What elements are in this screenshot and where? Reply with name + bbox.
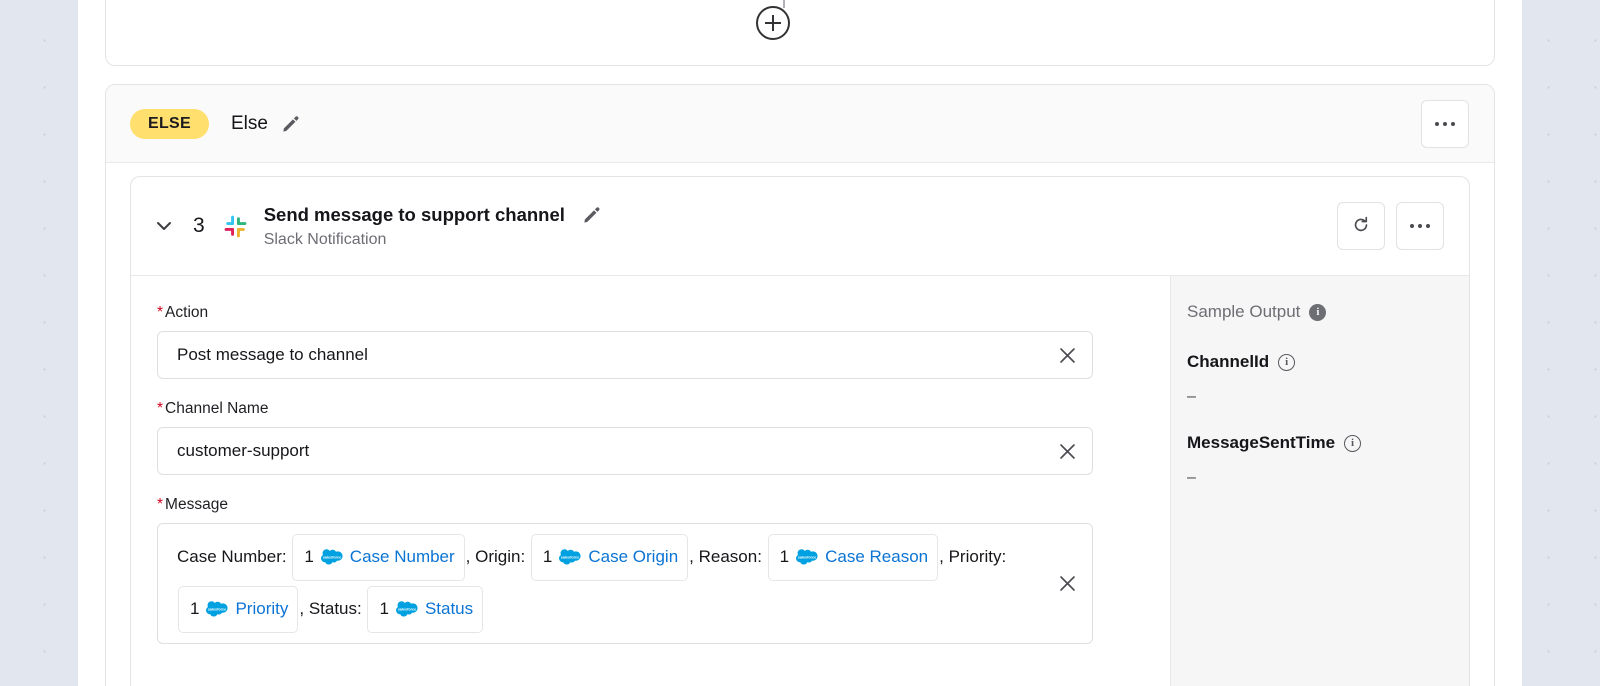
salesforce-icon: salesforce — [559, 549, 581, 565]
field-label: *Action — [157, 304, 1170, 322]
branch-name: Else — [231, 113, 268, 135]
token-step-number: 1 — [543, 540, 552, 575]
channel-name-input[interactable]: customer-support — [157, 427, 1093, 475]
slack-icon — [222, 213, 249, 240]
step-number: 3 — [193, 214, 205, 238]
previous-step-card — [105, 0, 1495, 66]
token-label: Status — [425, 592, 473, 627]
message-text-run: , Status: — [299, 592, 366, 627]
field-channel-name: *Channel Name customer-support — [157, 400, 1170, 475]
svg-text:salesforce: salesforce — [323, 556, 341, 560]
page-title: Send message to support channel — [264, 204, 565, 226]
output-key: MessageSentTime i — [1187, 433, 1469, 453]
status-badge: ELSE — [130, 109, 209, 139]
token-step-number: 1 — [304, 540, 313, 575]
token-label: Priority — [235, 592, 288, 627]
required-marker: * — [157, 400, 163, 417]
svg-text:salesforce: salesforce — [561, 556, 579, 560]
action-input-value: Post message to channel — [177, 345, 1059, 365]
step-title-block: Send message to support channel Slack No… — [264, 204, 602, 249]
pencil-icon[interactable] — [582, 205, 601, 224]
refresh-icon — [1351, 215, 1371, 238]
field-action: *Action Post message to channel — [157, 304, 1170, 379]
output-key: ChannelId i — [1187, 352, 1469, 372]
svg-text:salesforce: salesforce — [798, 556, 816, 560]
action-input[interactable]: Post message to channel — [157, 331, 1093, 379]
required-marker: * — [157, 304, 163, 321]
message-token[interactable]: 1 salesforce Case Number — [292, 534, 464, 581]
salesforce-icon: salesforce — [396, 601, 418, 617]
output-value: – — [1187, 388, 1469, 406]
step-card: 3 — [130, 176, 1470, 686]
else-branch-header: ELSE Else — [106, 85, 1494, 163]
token-label: Case Reason — [825, 540, 928, 575]
info-icon[interactable]: i — [1344, 435, 1361, 452]
close-icon[interactable] — [1059, 443, 1076, 460]
message-token[interactable]: 1 salesforce Case Reason — [768, 534, 938, 581]
svg-text:salesforce: salesforce — [398, 608, 416, 612]
step-more-button[interactable] — [1396, 202, 1444, 250]
message-token[interactable]: 1 salesforce Priority — [178, 586, 298, 633]
output-value: – — [1187, 469, 1469, 487]
token-step-number: 1 — [379, 592, 388, 627]
refresh-button[interactable] — [1337, 202, 1385, 250]
field-label: *Message — [157, 496, 1170, 514]
message-text-run: , Priority: — [939, 540, 1011, 575]
sample-output-panel: Sample Output i ChannelId i – MessageSen… — [1170, 276, 1469, 686]
connector-line — [783, 0, 785, 8]
output-row-messagesenttime: MessageSentTime i – — [1187, 433, 1469, 487]
token-label: Case Number — [350, 540, 455, 575]
step-body: *Action Post message to channel — [131, 276, 1469, 686]
field-message: *Message Case Number: 1 salesforce Case Nu… — [157, 496, 1170, 644]
message-token[interactable]: 1 salesforce Status — [367, 586, 483, 633]
required-marker: * — [157, 496, 163, 513]
workflow-canvas: ELSE Else — [78, 0, 1522, 686]
message-text-run: Case Number: — [177, 540, 291, 575]
token-step-number: 1 — [780, 540, 789, 575]
pencil-icon[interactable] — [281, 114, 300, 133]
message-text-run: , Reason: — [689, 540, 767, 575]
step-form: *Action Post message to channel — [131, 276, 1170, 686]
salesforce-icon: salesforce — [206, 601, 228, 617]
sample-output-label: Sample Output — [1187, 302, 1300, 322]
output-row-channelid: ChannelId i – — [1187, 352, 1469, 406]
token-label: Case Origin — [588, 540, 678, 575]
salesforce-icon: salesforce — [796, 549, 818, 565]
close-icon[interactable] — [1059, 347, 1076, 364]
else-branch-card: ELSE Else — [105, 84, 1495, 686]
ellipsis-icon — [1435, 122, 1455, 126]
close-icon[interactable] — [1059, 575, 1076, 592]
info-icon[interactable]: i — [1309, 304, 1326, 321]
branch-header-actions — [1421, 100, 1469, 148]
salesforce-icon: salesforce — [321, 549, 343, 565]
token-step-number: 1 — [190, 592, 199, 627]
message-text-run: , Origin: — [466, 540, 530, 575]
message-input[interactable]: Case Number: 1 salesforce Case Number , Ori… — [157, 523, 1093, 644]
step-header-actions — [1337, 202, 1444, 250]
chevron-down-icon[interactable] — [153, 215, 175, 237]
message-token[interactable]: 1 salesforce Case Origin — [531, 534, 688, 581]
channel-name-input-value: customer-support — [177, 441, 1059, 461]
step-header: 3 — [131, 177, 1469, 276]
plus-circle-icon[interactable] — [756, 6, 790, 40]
sample-output-title: Sample Output i — [1187, 302, 1469, 322]
message-content: Case Number: 1 salesforce Case Number , Ori… — [177, 532, 1059, 635]
ellipsis-icon — [1410, 224, 1430, 228]
field-label: *Channel Name — [157, 400, 1170, 418]
branch-more-button[interactable] — [1421, 100, 1469, 148]
info-icon[interactable]: i — [1278, 354, 1295, 371]
step-subtitle: Slack Notification — [264, 231, 602, 249]
svg-text:salesforce: salesforce — [208, 608, 226, 612]
